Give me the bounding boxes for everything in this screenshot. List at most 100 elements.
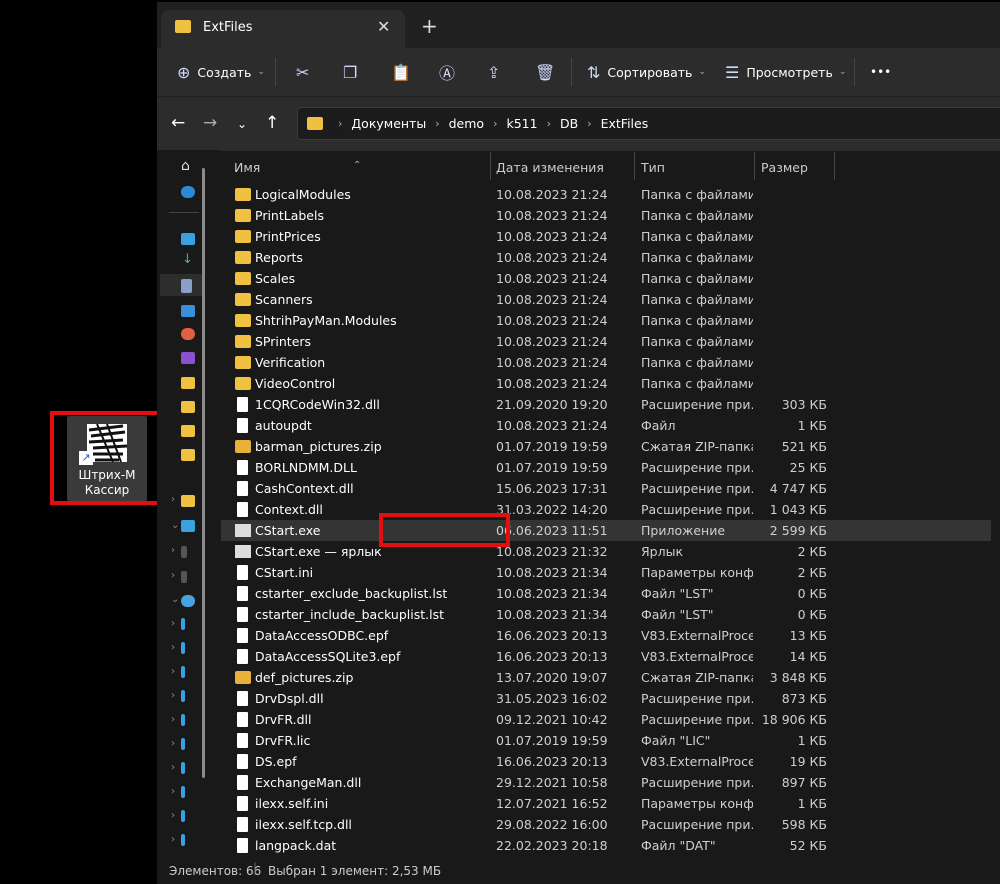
file-row[interactable]: DrvDspl.dll 31.05.2023 16:02 Расширение пр… (221, 688, 991, 709)
network-icon[interactable] (181, 595, 195, 607)
file-row[interactable]: Scales 10.08.2023 21:24 Папка с файлами (221, 268, 991, 289)
folder-icon[interactable] (181, 401, 195, 413)
file-row[interactable]: Context.dll 31.03.2022 14:20 Расширение пр… (221, 499, 991, 520)
this-pc-icon[interactable] (181, 520, 195, 532)
file-row[interactable]: Verification 10.08.2023 21:24 Папка с файл… (221, 352, 991, 373)
paste-button[interactable]: 📋 (391, 48, 411, 96)
chevron-right-icon[interactable]: › (171, 618, 175, 629)
file-row[interactable]: VideoControl 10.08.2023 21:24 Папка с файл… (221, 373, 991, 394)
onedrive-icon[interactable] (181, 186, 195, 198)
videos-icon[interactable] (181, 352, 195, 364)
column-divider[interactable] (634, 152, 635, 180)
file-row[interactable]: CStart.ini 10.08.2023 21:34 Параметры конф… (221, 562, 991, 583)
up-arrow-icon[interactable]: ↑ (265, 113, 279, 133)
documents-icon[interactable] (181, 279, 192, 293)
chevron-right-icon[interactable]: › (171, 738, 175, 749)
column-name[interactable]: Имя (234, 160, 260, 175)
column-divider[interactable] (754, 152, 755, 180)
file-row[interactable]: Reports 10.08.2023 21:24 Папка с файлами (221, 247, 991, 268)
new-tab-button[interactable]: + (421, 14, 438, 38)
create-button[interactable]: ⊕ Создать ⌄ (177, 48, 265, 96)
file-row[interactable]: ilexx.self.ini 12.07.2021 16:52 Параметры … (221, 793, 991, 814)
view-button[interactable]: ☰ Просмотреть ⌄ (725, 48, 846, 96)
chevron-right-icon[interactable]: › (171, 834, 175, 845)
column-type[interactable]: Тип (641, 160, 665, 175)
chevron-right-icon[interactable]: › (171, 762, 175, 773)
breadcrumb-extfiles[interactable]: ExtFiles (601, 116, 649, 131)
column-date[interactable]: Дата изменения (496, 160, 604, 175)
music-icon[interactable] (181, 328, 195, 340)
share-button[interactable]: ⇪ (487, 48, 500, 96)
chevron-right-icon[interactable]: › (171, 642, 175, 653)
file-row[interactable]: ExchangeMan.dll 29.12.2021 10:58 Расширени… (221, 772, 991, 793)
file-row[interactable]: 1CQRCodeWin32.dll 21.09.2020 19:20 Расшире… (221, 394, 991, 415)
more-options-button[interactable]: ••• (870, 48, 891, 96)
copy-button[interactable]: ❐ (343, 48, 357, 96)
downloads-icon[interactable]: ↓ (182, 252, 193, 267)
nav-scrollbar[interactable] (202, 168, 205, 778)
file-list-scrollbar[interactable] (995, 172, 998, 852)
file-row[interactable]: SPrinters 10.08.2023 21:24 Папка с файлами (221, 331, 991, 352)
column-size[interactable]: Размер (761, 160, 808, 175)
home-icon[interactable]: ⌂ (181, 158, 190, 174)
delete-button[interactable]: 🗑 (535, 48, 555, 96)
file-row[interactable]: cstarter_include_backuplist.lst 10.08.202… (221, 604, 991, 625)
recent-chevron-icon[interactable]: ⌄ (237, 117, 247, 131)
file-row[interactable]: LogicalModules 10.08.2023 21:24 Папка с фа… (221, 184, 991, 205)
network-item-icon[interactable] (181, 786, 185, 798)
desktop-icon[interactable] (181, 233, 195, 245)
chevron-right-icon[interactable]: › (171, 714, 175, 725)
rename-button[interactable]: Ⓐ (439, 48, 455, 96)
file-row[interactable]: PrintPrices 10.08.2023 21:24 Папка с файла… (221, 226, 991, 247)
network-item-icon[interactable] (181, 810, 185, 822)
close-tab-icon[interactable]: ✕ (377, 17, 390, 36)
address-bar[interactable]: › Документы › demo › k511 › DB › ExtFile… (297, 107, 1000, 140)
network-item-icon[interactable] (181, 762, 185, 774)
file-row[interactable]: CashContext.dll 15.06.2023 17:31 Расширени… (221, 478, 991, 499)
file-row[interactable]: DataAccessSQLite3.epf 16.06.2023 20:13 V83… (221, 646, 991, 667)
file-row[interactable]: def_pictures.zip 13.07.2020 19:07 Сжатая Z… (221, 667, 991, 688)
file-row[interactable]: DS.epf 16.06.2023 20:13 V83.ExternalProce.… (221, 751, 991, 772)
network-item-icon[interactable] (181, 618, 185, 630)
chevron-right-icon[interactable]: › (171, 494, 175, 505)
file-row[interactable]: DrvFR.lic 01.07.2019 19:59 Файл "LIC" 1 КБ (221, 730, 991, 751)
file-row[interactable]: barman_pictures.zip 01.07.2019 19:59 Сжата… (221, 436, 991, 457)
chevron-right-icon[interactable]: › (171, 810, 175, 821)
folder-icon[interactable] (181, 425, 195, 437)
breadcrumb-db[interactable]: DB (560, 116, 578, 131)
folder-icon[interactable] (181, 495, 195, 507)
pictures-icon[interactable] (181, 305, 195, 317)
network-item-icon[interactable] (181, 714, 185, 726)
file-row[interactable]: langpack.dat 22.02.2023 20:18 Файл "DAT" 52… (221, 835, 991, 856)
file-row[interactable]: ilexx.self.tcp.dll 29.08.2022 16:00 Расшир… (221, 814, 991, 835)
file-row[interactable]: DrvFR.dll 09.12.2021 10:42 Расширение при.… (221, 709, 991, 730)
file-row[interactable]: autoupdt 10.08.2023 21:24 Файл 1 КБ (221, 415, 991, 436)
file-row[interactable]: PrintLabels 10.08.2023 21:24 Папка с файла… (221, 205, 991, 226)
network-item-icon[interactable] (181, 738, 185, 750)
chevron-down-icon[interactable]: ⌄ (171, 520, 179, 531)
folder-icon[interactable] (181, 449, 195, 461)
chevron-right-icon[interactable]: › (171, 570, 175, 581)
file-row[interactable]: ShtrihPayMan.Modules 10.08.2023 21:24 Папк… (221, 310, 991, 331)
chevron-right-icon[interactable]: › (171, 786, 175, 797)
back-arrow-icon[interactable]: ← (171, 113, 185, 133)
column-divider[interactable] (834, 152, 835, 180)
file-row[interactable]: cstarter_exclude_backuplist.lst 10.08.202… (221, 583, 991, 604)
cut-button[interactable]: ✂ (296, 48, 309, 96)
network-item-icon[interactable] (181, 666, 185, 678)
chevron-down-icon[interactable]: ⌄ (171, 594, 179, 605)
breadcrumb-documents[interactable]: Документы (351, 116, 426, 131)
file-row[interactable]: BORLNDMM.DLL 01.07.2019 19:59 Расширение п… (221, 457, 991, 478)
file-row[interactable]: DataAccessODBC.epf 16.06.2023 20:13 V83.Ex… (221, 625, 991, 646)
breadcrumb-k511[interactable]: k511 (506, 116, 537, 131)
sort-button[interactable]: ⇅ Сортировать ⌄ (587, 48, 706, 96)
network-item-icon[interactable] (181, 642, 185, 654)
chevron-right-icon[interactable]: › (171, 666, 175, 677)
file-row[interactable]: CStart.exe 06.06.2023 11:51 Приложение 2 59… (221, 520, 991, 541)
chevron-right-icon[interactable]: › (171, 690, 175, 701)
breadcrumb-demo[interactable]: demo (449, 116, 484, 131)
chevron-right-icon[interactable]: › (171, 545, 175, 556)
file-row[interactable]: Scanners 10.08.2023 21:24 Папка с файлами (221, 289, 991, 310)
tab-extfiles[interactable]: ExtFiles ✕ (161, 10, 405, 48)
network-item-icon[interactable] (181, 834, 185, 846)
